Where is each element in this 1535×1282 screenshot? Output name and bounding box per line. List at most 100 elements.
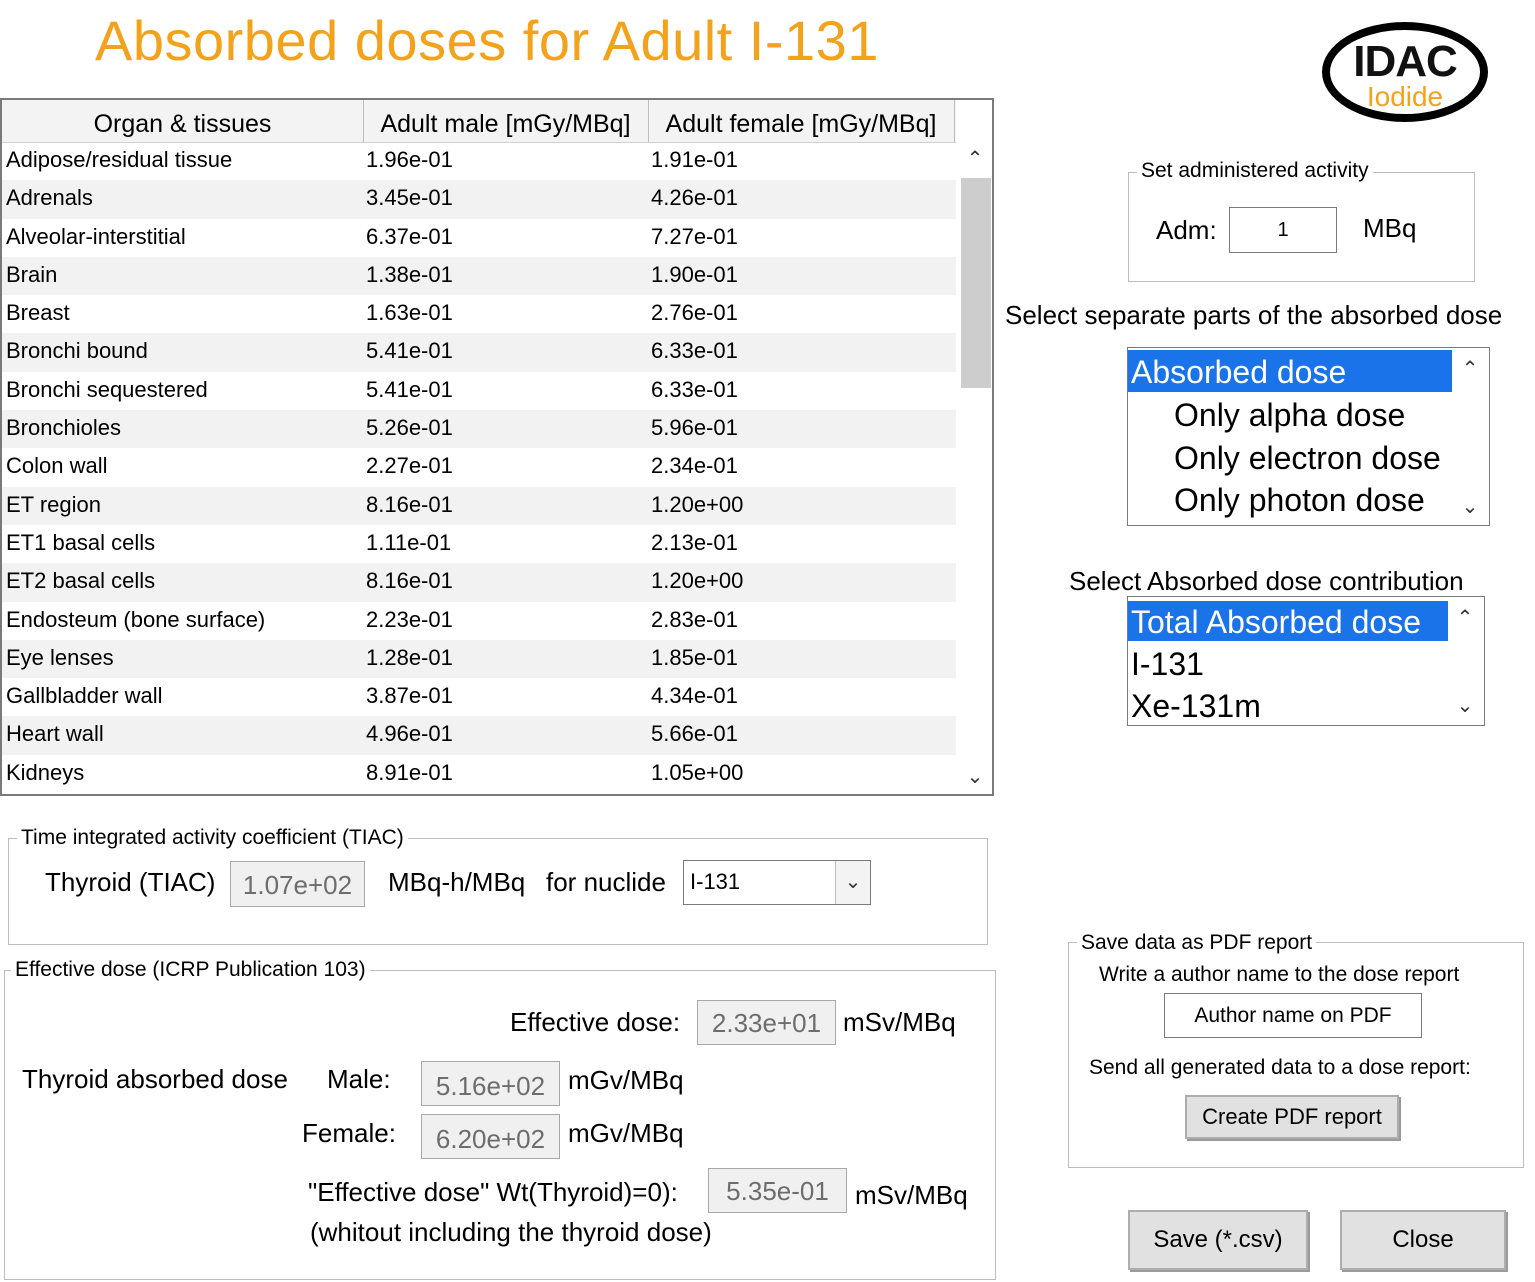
thyroid-absorbed-label: Thyroid absorbed dose — [22, 1064, 288, 1094]
author-prompt: Write a author name to the dose report — [1099, 963, 1460, 986]
table-row[interactable]: ET2 basal cells 8.16e-01 1.20e+00 — [2, 563, 956, 602]
contribution-down-icon[interactable]: ⌄ — [1450, 693, 1480, 718]
male-dose-cell: 1.96e-01 — [366, 147, 453, 172]
table-row[interactable]: Endosteum (bone surface) 2.23e-01 2.83e-01 — [2, 602, 956, 640]
dose-table: Organ & tissues Adult male [mGy/MBq] Adu… — [0, 98, 994, 796]
table-row[interactable]: Breast 1.63e-01 2.76e-01 — [2, 295, 956, 333]
close-button[interactable]: Close — [1340, 1210, 1506, 1270]
male-dose-cell: 3.87e-01 — [366, 683, 453, 709]
female-dose-cell: 2.34e-01 — [651, 453, 738, 479]
table-row[interactable]: Kidneys 8.91e-01 1.05e+00 — [2, 755, 956, 793]
nuclide-select[interactable]: I-131 ⌄ — [683, 860, 871, 905]
male-dose-cell: 1.38e-01 — [366, 261, 453, 287]
female-dose-cell: 4.34e-01 — [651, 683, 738, 709]
listbox-item-photon[interactable]: Only photon dose — [1174, 479, 1425, 521]
tiac-unit: MBq-h/MBq — [388, 867, 526, 897]
adm-label: Adm: — [1156, 215, 1217, 245]
column-header-female[interactable]: Adult female [mGy/MBq] — [648, 100, 955, 142]
table-row[interactable]: Bronchi sequestered 5.41e-01 6.33e-01 — [2, 372, 956, 410]
female-dose-cell: 4.26e-01 — [651, 185, 738, 211]
dose-parts-listbox[interactable]: Absorbed dose Only alpha dose Only elect… — [1127, 347, 1490, 526]
organ-cell: Adipose/residual tissue — [6, 147, 233, 172]
table-row[interactable]: Gallbladder wall 3.87e-01 4.34e-01 — [2, 678, 956, 716]
listbox-item-absorbed-dose[interactable]: Absorbed dose — [1128, 350, 1452, 392]
page-title: Absorbed doses for Adult I-131 — [95, 9, 879, 72]
female-dose-cell: 6.33e-01 — [651, 376, 738, 402]
create-pdf-button[interactable]: Create PDF report — [1185, 1095, 1399, 1139]
nuclide-label: for nuclide — [546, 867, 666, 897]
nuclide-select-value: I-131 — [690, 869, 741, 894]
author-name-input[interactable]: Author name on PDF — [1164, 993, 1422, 1038]
listbox-item-total[interactable]: Total Absorbed dose — [1128, 601, 1448, 641]
organ-cell: Endosteum (bone surface) — [6, 606, 266, 632]
table-row[interactable]: Adipose/residual tissue 1.96e-01 1.91e-01 — [2, 142, 956, 180]
listbox-item-i131[interactable]: I-131 — [1131, 643, 1204, 685]
column-header-organ[interactable]: Organ & tissues — [2, 100, 364, 142]
female-dose-cell: 1.20e+00 — [651, 491, 744, 517]
listbox-item-electron[interactable]: Only electron dose — [1174, 437, 1441, 479]
female-unit: mGv/MBq — [568, 1118, 684, 1148]
organ-cell: Brain — [6, 261, 58, 287]
effective-dose-field: 2.33e+01 — [697, 1000, 836, 1045]
thyroid-note: (whitout including the thyroid dose) — [310, 1217, 712, 1247]
contribution-up-icon[interactable]: ⌃ — [1450, 605, 1480, 630]
table-row[interactable]: Bronchioles 5.26e-01 5.96e-01 — [2, 410, 956, 449]
male-dose-cell: 5.41e-01 — [366, 376, 453, 402]
organ-cell: Colon wall — [6, 453, 108, 479]
chevron-down-icon[interactable]: ⌄ — [835, 861, 870, 904]
adm-input[interactable]: 1 — [1229, 207, 1337, 253]
male-dose-cell: 1.63e-01 — [366, 300, 453, 326]
male-dose-cell: 8.16e-01 — [366, 568, 453, 594]
logo-main-text: IDAC — [1353, 37, 1458, 86]
table-row[interactable]: Eye lenses 1.28e-01 1.85e-01 — [2, 639, 956, 679]
pdf-report-group: Save data as PDF report Write a author n… — [1068, 931, 1524, 1168]
male-dose-cell: 1.28e-01 — [366, 644, 453, 670]
table-row[interactable]: ET region 8.16e-01 1.20e+00 — [2, 486, 956, 525]
organ-cell: ET2 basal cells — [6, 568, 156, 594]
male-dose-cell: 8.91e-01 — [366, 759, 453, 785]
table-row[interactable]: Heart wall 4.96e-01 5.66e-01 — [2, 716, 956, 755]
table-row[interactable]: Alveolar-interstitial 6.37e-01 7.27e-01 — [2, 219, 956, 257]
table-scrollbar[interactable]: ⌃ ⌄ — [958, 142, 992, 794]
tiac-label: Thyroid (TIAC) — [45, 867, 216, 897]
scrollbar-thumb[interactable] — [961, 178, 991, 388]
organ-cell: ET region — [6, 491, 101, 517]
adm-unit: MBq — [1363, 213, 1417, 243]
female-dose-cell: 1.85e-01 — [651, 644, 738, 670]
table-row[interactable]: Bronchi bound 5.41e-01 6.33e-01 — [2, 333, 956, 372]
female-dose-cell: 1.90e-01 — [651, 261, 738, 287]
wt-thyroid-unit: mSv/MBq — [855, 1180, 968, 1210]
female-dose-cell: 5.96e-01 — [651, 415, 738, 441]
male-dose-cell: 2.27e-01 — [366, 453, 453, 479]
female-thyroid-field: 6.20e+02 — [421, 1114, 560, 1159]
male-dose-cell: 2.23e-01 — [366, 606, 453, 632]
save-csv-button[interactable]: Save (*.csv) — [1128, 1210, 1308, 1270]
wt-thyroid-field: 5.35e-01 — [708, 1168, 847, 1213]
organ-cell: Alveolar-interstitial — [6, 223, 186, 249]
organ-cell: Bronchi sequestered — [6, 376, 208, 402]
male-dose-cell: 3.45e-01 — [366, 185, 453, 211]
organ-cell: Bronchioles — [6, 415, 121, 441]
column-header-male[interactable]: Adult male [mGy/MBq] — [363, 100, 649, 142]
female-dose-cell: 2.13e-01 — [651, 529, 738, 555]
listbox-item-xe131m[interactable]: Xe-131m — [1131, 685, 1261, 725]
organ-cell: ET1 basal cells — [6, 529, 156, 555]
female-dose-cell: 6.33e-01 — [651, 338, 738, 364]
table-row[interactable]: Colon wall 2.27e-01 2.34e-01 — [2, 448, 956, 486]
listbox-up-icon[interactable]: ⌃ — [1455, 356, 1485, 381]
scroll-up-icon[interactable]: ⌃ — [958, 142, 992, 176]
female-dose-cell: 1.20e+00 — [651, 568, 744, 594]
male-dose-cell: 5.41e-01 — [366, 338, 453, 364]
male-unit: mGv/MBq — [568, 1065, 684, 1095]
contribution-listbox[interactable]: Total Absorbed dose I-131 Xe-131m ⌃ ⌄ — [1127, 596, 1485, 726]
table-row[interactable]: Adrenals 3.45e-01 4.26e-01 — [2, 180, 956, 219]
male-dose-cell: 5.26e-01 — [366, 415, 453, 441]
effective-dose-label: Effective dose: — [510, 1007, 681, 1037]
table-row[interactable]: Brain 1.38e-01 1.90e-01 — [2, 256, 956, 296]
organ-cell: Eye lenses — [6, 644, 114, 670]
female-dose-cell: 1.05e+00 — [651, 759, 744, 785]
listbox-down-icon[interactable]: ⌄ — [1455, 494, 1485, 519]
listbox-item-alpha[interactable]: Only alpha dose — [1174, 394, 1405, 436]
table-row[interactable]: ET1 basal cells 1.11e-01 2.13e-01 — [2, 525, 956, 563]
scroll-down-icon[interactable]: ⌄ — [958, 760, 992, 794]
